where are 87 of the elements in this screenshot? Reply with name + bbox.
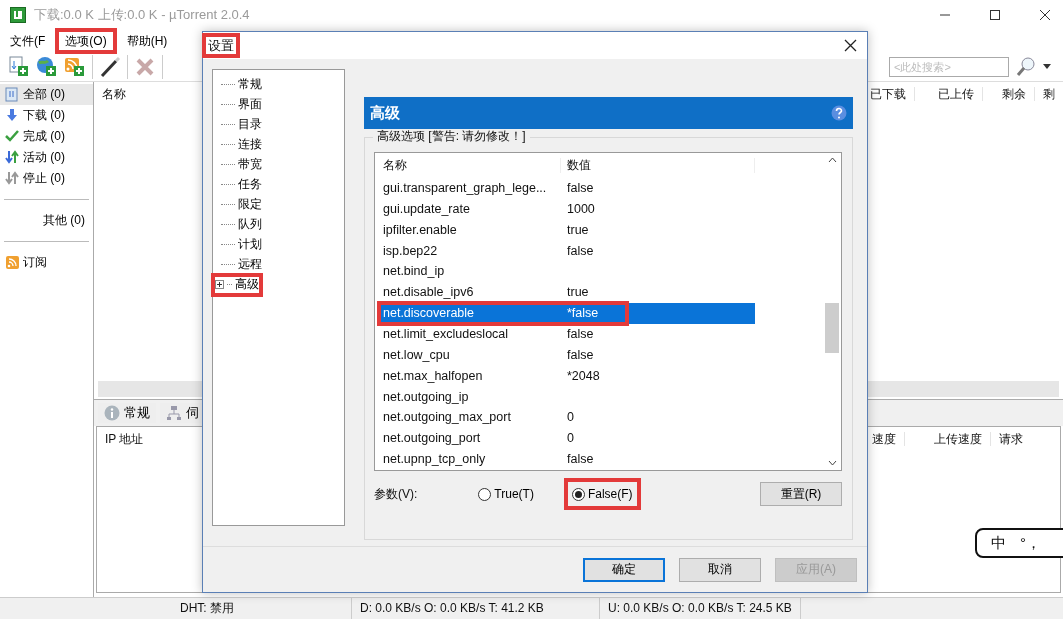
app-logo-icon bbox=[10, 7, 26, 23]
table-row[interactable]: net.outgoing_ip bbox=[381, 386, 755, 408]
rss-icon bbox=[5, 255, 20, 270]
dialog-title: 设置 bbox=[206, 36, 236, 55]
dialog-button[interactable]: 确定 bbox=[583, 557, 665, 582]
tree-item[interactable]: 队列 bbox=[221, 214, 262, 234]
sidebar-item[interactable]: 下载 (0) bbox=[0, 105, 93, 126]
radio-unchecked-icon bbox=[478, 487, 492, 501]
table-row[interactable]: isp.bep22 false bbox=[381, 240, 755, 262]
sidebar-item[interactable]: 停止 (0) bbox=[0, 168, 93, 189]
rss-add-icon[interactable] bbox=[64, 55, 86, 78]
window-title: 下载:0.0 K 上传:0.0 K - µTorrent 2.0.4 bbox=[34, 7, 250, 23]
table-row[interactable]: gui.update_rate 1000 bbox=[381, 198, 755, 220]
info-icon bbox=[104, 405, 120, 421]
column-header: 名称 bbox=[101, 86, 127, 102]
tree-item[interactable]: 带宽 bbox=[221, 154, 262, 174]
tree-item[interactable]: 限定 bbox=[221, 194, 262, 214]
tree-item[interactable]: 任务 bbox=[221, 174, 262, 194]
help-icon[interactable] bbox=[831, 105, 847, 121]
table-row[interactable]: net.upnp_tcp_only false bbox=[381, 449, 755, 471]
table-row[interactable]: ipfilter.enable true bbox=[381, 219, 755, 241]
column-header: 速度 bbox=[871, 431, 897, 447]
table-row[interactable]: net.limit_excludeslocal false bbox=[381, 324, 755, 345]
status-text: U: 0.0 KB/s O: 0.0 KB/s T: 24.5 KB bbox=[608, 601, 792, 616]
column-header: 已上传 bbox=[914, 86, 982, 102]
tree-item[interactable]: 界面 bbox=[221, 94, 262, 114]
sidebar-item[interactable]: 订阅 bbox=[0, 252, 93, 273]
tree-item[interactable]: 远程 bbox=[221, 254, 262, 274]
tree-item[interactable]: 目录 bbox=[221, 114, 262, 134]
parameter-label: 参数(V): bbox=[374, 486, 418, 502]
tree-item[interactable]: 高级 bbox=[215, 274, 259, 294]
dialog-button[interactable]: 取消 bbox=[679, 557, 761, 582]
sidebar-item[interactable]: 其他 (0) bbox=[0, 210, 93, 231]
tree-item[interactable]: 连接 bbox=[221, 134, 262, 154]
panel-title: 高级 bbox=[370, 104, 400, 122]
column-header: 请求 bbox=[990, 431, 1060, 447]
radio-button[interactable]: True(T) bbox=[470, 477, 542, 511]
table-row[interactable]: net.outgoing_port 0 bbox=[381, 428, 755, 450]
search-icon[interactable] bbox=[1015, 55, 1037, 78]
menu-item[interactable]: 选项(O) bbox=[59, 31, 113, 51]
column-header: 剩余 bbox=[982, 86, 1034, 102]
menu-item[interactable]: 文件(F bbox=[4, 31, 52, 51]
column-header: 名称 bbox=[381, 158, 561, 173]
reset-button[interactable]: 重置(R) bbox=[760, 482, 842, 506]
ime-text: °， bbox=[1020, 534, 1041, 552]
radio-button[interactable]: False(F) bbox=[563, 477, 641, 511]
column-header: 剩 bbox=[1034, 86, 1063, 102]
menu-item[interactable]: 帮助(H) bbox=[120, 31, 174, 51]
highlight-frame bbox=[55, 27, 117, 55]
column-header: IP 地址 bbox=[104, 431, 145, 447]
table-row[interactable]: net.disable_ipv6 true bbox=[381, 282, 755, 304]
close-icon[interactable] bbox=[844, 39, 857, 52]
up-down-arrows-icon bbox=[5, 171, 20, 186]
table-row[interactable]: net.bind_ip bbox=[381, 261, 755, 283]
up-down-arrows-icon bbox=[5, 150, 20, 165]
close-icon[interactable] bbox=[1039, 9, 1051, 21]
dropdown-caret-icon[interactable] bbox=[1043, 63, 1051, 70]
tree-item[interactable]: 常规 bbox=[221, 74, 262, 94]
table-row[interactable]: net.max_halfopen *2048 bbox=[381, 365, 755, 387]
table-row[interactable]: gui.transparent_graph_lege... false bbox=[381, 178, 755, 199]
sidebar-item[interactable]: 活动 (0) bbox=[0, 147, 93, 168]
sidebar-item[interactable]: 全部 (0) bbox=[0, 84, 93, 105]
status-text: D: 0.0 KB/s O: 0.0 KB/s T: 41.2 KB bbox=[360, 601, 544, 616]
scrollbar-thumb[interactable] bbox=[825, 303, 839, 353]
scroll-down-icon[interactable] bbox=[827, 460, 837, 466]
expand-icon bbox=[215, 279, 224, 289]
network-icon bbox=[166, 405, 182, 421]
ime-text: 中 bbox=[991, 534, 1006, 552]
tree-item[interactable]: 计划 bbox=[221, 234, 262, 254]
scroll-up-icon[interactable] bbox=[827, 157, 837, 163]
table-row[interactable]: net.low_cpu false bbox=[381, 344, 755, 366]
status-text: DHT: 禁用 bbox=[180, 601, 234, 616]
highlight-frame bbox=[211, 273, 263, 297]
check-icon bbox=[5, 129, 20, 144]
maximize-icon[interactable] bbox=[989, 9, 1001, 21]
column-header: 上传速度 bbox=[904, 431, 990, 447]
radio-checked-icon bbox=[571, 487, 585, 501]
down-arrow-icon bbox=[5, 108, 20, 123]
search-field[interactable]: <此处搜索> bbox=[889, 56, 1009, 77]
document-icon bbox=[5, 87, 20, 102]
sidebar-item[interactable]: 完成 (0) bbox=[0, 126, 93, 147]
table-row[interactable]: net.outgoing_max_port 0 bbox=[381, 407, 755, 429]
add-file-icon[interactable] bbox=[8, 55, 30, 78]
group-label: 高级选项 [警告: 请勿修改！] bbox=[373, 129, 530, 144]
column-header: 数值 bbox=[561, 158, 755, 173]
magic-wand-icon[interactable] bbox=[99, 55, 121, 78]
globe-add-icon[interactable] bbox=[36, 55, 58, 78]
